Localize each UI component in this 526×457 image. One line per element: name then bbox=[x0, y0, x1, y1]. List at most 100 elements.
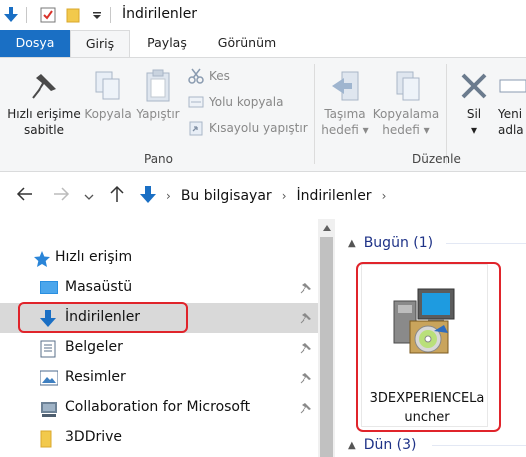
rename-button[interactable]: Yeni adla bbox=[498, 66, 526, 138]
nav-collaboration[interactable]: Collaboration for Microsoft bbox=[0, 393, 318, 423]
nav-quick-access-label: Hızlı erişim bbox=[55, 249, 133, 265]
nav-desktop-label: Masaüstü bbox=[65, 279, 133, 295]
paste-button[interactable]: Yapıştır bbox=[134, 66, 182, 122]
nav-pictures[interactable]: Resimler bbox=[0, 363, 318, 393]
nav-collaboration-label: Collaboration for Microsoft bbox=[65, 399, 251, 415]
move-to-label-line1: Taşıma bbox=[324, 107, 366, 121]
downloads-location-icon bbox=[140, 185, 156, 207]
down-arrow-icon[interactable] bbox=[4, 7, 18, 26]
new-folder-icon[interactable] bbox=[66, 7, 80, 26]
forward-arrow-icon[interactable] bbox=[52, 185, 70, 206]
clipboard-group-label: Pano bbox=[144, 152, 173, 166]
copy-label: Kopyala bbox=[84, 107, 132, 121]
delete-button[interactable]: Sil ▾ bbox=[452, 66, 496, 138]
breadcrumb-chevron-icon: › bbox=[166, 189, 171, 203]
breadcrumb-this-pc[interactable]: Bu bilgisayar bbox=[181, 188, 272, 204]
desktop-icon bbox=[40, 280, 58, 300]
star-icon bbox=[33, 250, 51, 272]
breadcrumb-downloads[interactable]: İndirilenler bbox=[297, 188, 372, 204]
separator bbox=[110, 7, 111, 23]
file-highlight-box bbox=[356, 262, 501, 432]
nav-documents[interactable]: Belgeler bbox=[0, 333, 318, 363]
ribbon-separator bbox=[446, 64, 447, 164]
scrollbar-thumb[interactable] bbox=[320, 237, 333, 457]
pin-icon[interactable] bbox=[300, 372, 312, 388]
address-bar[interactable]: › Bu bilgisayar › İndirilenler › bbox=[133, 181, 526, 211]
copy-icon bbox=[84, 66, 132, 106]
pin-icon[interactable] bbox=[300, 402, 312, 418]
delete-dropdown-label: ▾ bbox=[470, 123, 478, 137]
organize-group-label: Düzenle bbox=[412, 152, 461, 166]
scroll-up-arrow-icon[interactable] bbox=[318, 219, 335, 236]
group-header-today[interactable]: ▲ Bugün (1) bbox=[348, 233, 433, 253]
folder-icon bbox=[40, 430, 52, 452]
nav-scrollbar[interactable] bbox=[318, 219, 335, 457]
navigation-pane: Hızlı erişim Masaüstü İndirilenler Belge… bbox=[0, 219, 333, 457]
copy-to-icon bbox=[372, 66, 440, 106]
ribbon-tabs: Dosya Giriş Paylaş Görünüm bbox=[0, 30, 526, 58]
documents-icon bbox=[40, 340, 56, 362]
delete-label: Sil bbox=[466, 107, 482, 121]
ribbon-separator bbox=[314, 64, 315, 164]
copy-path-label: Yolu kopyala bbox=[209, 95, 284, 109]
scissors-icon bbox=[188, 68, 204, 84]
paste-shortcut-label: Kısayolu yapıştır bbox=[209, 121, 308, 135]
back-arrow-icon[interactable] bbox=[16, 185, 34, 206]
pictures-icon bbox=[39, 370, 59, 390]
collapse-chevron-icon: ▲ bbox=[348, 439, 356, 451]
move-to-button[interactable]: Taşıma hedefi ▾ bbox=[318, 66, 372, 138]
network-drive-icon bbox=[40, 400, 58, 422]
nav-quick-access[interactable]: Hızlı erişim bbox=[0, 243, 318, 273]
pin-icon[interactable] bbox=[300, 342, 312, 358]
tab-view[interactable]: Görünüm bbox=[208, 30, 286, 57]
rename-label-line2: adla bbox=[498, 123, 524, 137]
rename-icon bbox=[498, 66, 526, 106]
tab-file[interactable]: Dosya bbox=[0, 30, 70, 57]
pin-quick-access-button[interactable]: Hızlı erişime sabitle bbox=[4, 66, 84, 138]
copy-path-icon bbox=[188, 96, 204, 108]
copy-to-button[interactable]: Kopyalama hedefi ▾ bbox=[372, 66, 440, 138]
move-to-label-line2: hedefi ▾ bbox=[321, 123, 369, 137]
group-divider bbox=[432, 445, 526, 446]
nav-pictures-label: Resimler bbox=[65, 369, 126, 385]
paste-shortcut-button[interactable]: Kısayolu yapıştır bbox=[188, 118, 308, 138]
collapse-chevron-icon: ▲ bbox=[348, 237, 356, 249]
cut-button[interactable]: Kes bbox=[188, 66, 230, 86]
window-title: İndirilenler bbox=[122, 6, 198, 22]
copy-to-label-line2: hedefi ▾ bbox=[382, 123, 430, 137]
paste-label: Yapıştır bbox=[136, 107, 180, 121]
group-header-yesterday[interactable]: ▲ Dün (3) bbox=[348, 435, 417, 455]
nav-desktop[interactable]: Masaüstü bbox=[0, 273, 318, 303]
nav-documents-label: Belgeler bbox=[65, 339, 123, 355]
file-list: ▲ Bugün (1) 3DEXPERIENCELauncher ▲ Dün (… bbox=[336, 219, 526, 457]
copy-to-label-line1: Kopyalama bbox=[372, 107, 440, 121]
pin-icon[interactable] bbox=[300, 312, 312, 328]
group-header-today-label: Bugün (1) bbox=[363, 235, 434, 251]
title-bar: İndirilenler bbox=[0, 0, 526, 30]
ribbon: Hızlı erişime sabitle Kopyala Yapıştır K… bbox=[0, 57, 526, 172]
group-header-yesterday-label: Dün (3) bbox=[363, 437, 417, 453]
pin-icon bbox=[4, 66, 84, 106]
copy-path-button[interactable]: Yolu kopyala bbox=[188, 92, 283, 112]
customize-dropdown-icon[interactable] bbox=[92, 10, 102, 24]
breadcrumb-chevron-icon: › bbox=[281, 189, 287, 203]
group-divider bbox=[446, 243, 526, 244]
navigation-bar: › Bu bilgisayar › İndirilenler › bbox=[0, 173, 526, 219]
cut-label: Kes bbox=[209, 69, 230, 83]
move-to-icon bbox=[318, 66, 372, 106]
recent-locations-chevron-icon[interactable] bbox=[84, 190, 94, 204]
properties-checkmark-icon[interactable] bbox=[40, 7, 56, 26]
tab-home[interactable]: Giriş bbox=[70, 30, 130, 58]
pin-label-line1: Hızlı erişime bbox=[7, 107, 81, 121]
downloads-highlight-box bbox=[18, 302, 188, 333]
nav-3ddrive[interactable]: 3DDrive bbox=[0, 423, 318, 453]
tab-share[interactable]: Paylaş bbox=[138, 30, 196, 57]
breadcrumb-chevron-icon: › bbox=[381, 189, 387, 203]
copy-button[interactable]: Kopyala bbox=[84, 66, 132, 122]
pin-icon[interactable] bbox=[300, 282, 312, 298]
up-arrow-icon[interactable] bbox=[108, 185, 126, 206]
separator bbox=[26, 7, 27, 23]
clipboard-icon bbox=[134, 66, 182, 106]
delete-x-icon bbox=[452, 66, 496, 106]
rename-label-line1: Yeni bbox=[498, 107, 523, 121]
